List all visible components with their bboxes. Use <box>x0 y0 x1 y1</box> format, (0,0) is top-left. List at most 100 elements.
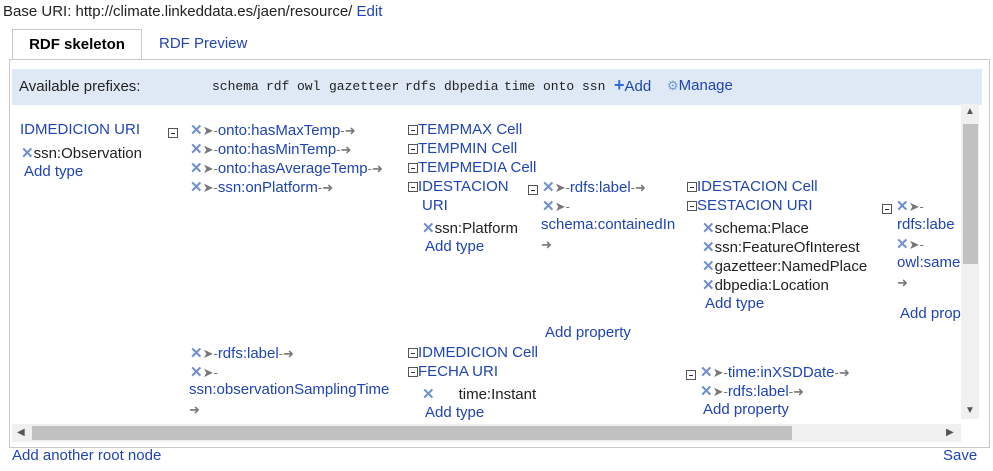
node-idestacion-cell[interactable]: IDESTACION Cell <box>687 178 818 195</box>
station-add-type-link[interactable]: Add type <box>425 238 484 255</box>
manage-prefixes-label: Manage <box>678 77 733 94</box>
property-row: ✕➤-onto:hasMinTemp-➜ <box>190 141 352 158</box>
remove-property-icon[interactable]: ✕ <box>190 179 203 196</box>
collapse-fecha-icon[interactable] <box>686 366 696 383</box>
remove-type-icon[interactable]: ✕ <box>702 277 715 294</box>
collapse-icon[interactable] <box>408 163 418 174</box>
property-link[interactable]: owl:same <box>897 254 960 271</box>
collapse-icon[interactable] <box>408 125 418 136</box>
collapse-station-icon[interactable] <box>528 181 538 198</box>
prefix-item[interactable]: time <box>504 79 535 94</box>
property-link[interactable]: time:inXSDDate <box>728 364 835 381</box>
save-link[interactable]: Save <box>943 447 977 464</box>
remove-type-icon[interactable]: ✕ <box>422 220 435 237</box>
node-sestacion[interactable]: SESTACION URI <box>687 197 813 214</box>
remove-property-icon[interactable]: ✕ <box>190 160 203 177</box>
property-link-sampling-time[interactable]: ssn:observationSamplingTime <box>189 381 389 398</box>
property-link[interactable]: rdfs:labe <box>897 216 955 233</box>
vertical-scrollbar[interactable]: ▲ ▼ <box>961 104 979 419</box>
arrow-icon: ➜ <box>189 402 200 417</box>
station-add-property-link[interactable]: Add property <box>545 324 631 341</box>
gear-icon: ⚙ <box>667 78 679 93</box>
node-idestacion-uri[interactable]: URI <box>422 197 448 214</box>
prefix-item[interactable]: rdf <box>266 79 289 94</box>
add-root-node-link[interactable]: Add another root node <box>12 447 161 464</box>
root-node-idmedicion[interactable]: IDMEDICION URI <box>20 121 140 138</box>
edit-base-uri-link[interactable]: Edit <box>357 3 383 20</box>
property-link[interactable]: rdfs:label <box>218 345 279 362</box>
prefix-item[interactable]: ssn <box>582 79 605 94</box>
horizontal-scrollbar[interactable]: ◀ ▶ <box>12 424 961 442</box>
prefix-item[interactable]: rdfs <box>405 79 436 94</box>
remove-property-icon[interactable]: ✕ <box>190 141 203 158</box>
remove-property-icon[interactable]: ✕ <box>700 364 713 381</box>
remove-type-icon[interactable]: ✕ <box>702 239 715 256</box>
collapse-icon[interactable] <box>408 144 418 155</box>
collapse-icon[interactable] <box>687 182 697 193</box>
remove-property-icon[interactable]: ✕ <box>896 198 909 215</box>
property-row: ✕➤-ssn:onPlatform-➜ <box>190 179 334 196</box>
collapse-icon[interactable] <box>408 367 418 378</box>
property-link[interactable]: ssn:onPlatform <box>218 179 318 196</box>
station-type-row: ✕ssn:Platform <box>422 220 518 237</box>
collapse-icon[interactable] <box>687 201 697 212</box>
remove-property-icon[interactable]: ✕ <box>190 345 203 362</box>
root-add-type-link[interactable]: Add type <box>24 163 83 180</box>
property-link[interactable]: onto:hasAverageTemp <box>218 160 368 177</box>
remove-property-icon[interactable]: ✕ <box>190 122 203 139</box>
remove-property-icon[interactable]: ✕ <box>542 198 555 215</box>
prefix-item[interactable]: dbpedia <box>444 79 499 94</box>
scroll-up-icon[interactable]: ▲ <box>965 106 975 117</box>
property-link[interactable]: rdfs:label <box>570 179 631 196</box>
property-row: ✕➤-rdfs:label-➜ <box>700 383 804 400</box>
remove-property-icon[interactable]: ✕ <box>542 179 555 196</box>
sestacion-add-property-link[interactable]: Add prop <box>900 305 961 322</box>
collapse-icon[interactable] <box>408 182 418 193</box>
tab-rdf-skeleton[interactable]: RDF skeleton <box>12 29 142 60</box>
prefix-item[interactable]: onto <box>543 79 574 94</box>
horizontal-scroll-thumb[interactable] <box>32 426 792 440</box>
property-row: ✕➤- <box>896 236 924 253</box>
property-row: ✕➤-time:inXSDDate-➜ <box>700 364 850 381</box>
sestacion-add-type-link[interactable]: Add type <box>705 295 764 312</box>
node-idestacion[interactable]: IDESTACION <box>408 178 509 195</box>
tab-rdf-preview[interactable]: RDF Preview <box>147 29 259 60</box>
remove-property-icon[interactable]: ✕ <box>190 364 203 381</box>
node-tempmax[interactable]: TEMPMAX Cell <box>408 121 522 138</box>
base-uri-bar: Base URI: http://climate.linkeddata.es/j… <box>3 3 382 20</box>
fecha-add-type-link[interactable]: Add type <box>425 404 484 421</box>
skeleton-panel: Available prefixes: schema rdf owl gazet… <box>9 59 990 448</box>
node-fecha[interactable]: FECHA URI <box>408 363 498 380</box>
property-link[interactable]: onto:hasMaxTemp <box>218 122 341 139</box>
node-idmedicion-cell[interactable]: IDMEDICION Cell <box>408 344 538 361</box>
manage-prefixes-button[interactable]: ⚙Manage <box>667 77 733 94</box>
remove-type-icon[interactable]: ✕ <box>422 386 435 403</box>
scroll-right-icon[interactable]: ▶ <box>946 427 954 438</box>
node-tempmedia[interactable]: TEMPMEDIA Cell <box>408 159 536 176</box>
property-row: ✕➤- <box>896 198 924 215</box>
scroll-left-icon[interactable]: ◀ <box>17 427 25 438</box>
type-row: ✕schema:Place <box>702 220 809 237</box>
remove-type-icon[interactable]: ✕ <box>702 220 715 237</box>
vertical-scroll-thumb[interactable] <box>963 124 978 264</box>
property-link[interactable]: rdfs:label <box>728 383 789 400</box>
base-uri-value: http://climate.linkeddata.es/jaen/resour… <box>75 3 353 20</box>
add-prefix-button[interactable]: +Add <box>614 76 651 95</box>
type-row: ✕ssn:FeatureOfInterest <box>702 239 860 256</box>
remove-property-icon[interactable]: ✕ <box>700 383 713 400</box>
collapse-root-icon[interactable] <box>168 124 178 141</box>
remove-property-icon[interactable]: ✕ <box>896 236 909 253</box>
prefix-item[interactable]: schema <box>212 79 259 94</box>
remove-type-icon[interactable]: ✕ <box>21 145 34 162</box>
property-link[interactable]: onto:hasMinTemp <box>218 141 336 158</box>
node-tempmin[interactable]: TEMPMIN Cell <box>408 140 517 157</box>
scroll-down-icon[interactable]: ▼ <box>965 405 975 416</box>
prefix-item[interactable]: gazetteer <box>329 79 399 94</box>
root-type: ssn:Observation <box>33 145 142 162</box>
prefix-item[interactable]: owl <box>297 79 320 94</box>
remove-type-icon[interactable]: ✕ <box>702 258 715 275</box>
fecha-add-property-link[interactable]: Add property <box>703 401 789 418</box>
collapse-sestacion-icon[interactable] <box>882 200 892 217</box>
collapse-icon[interactable] <box>408 348 418 359</box>
property-link[interactable]: schema:containedIn <box>541 216 675 233</box>
